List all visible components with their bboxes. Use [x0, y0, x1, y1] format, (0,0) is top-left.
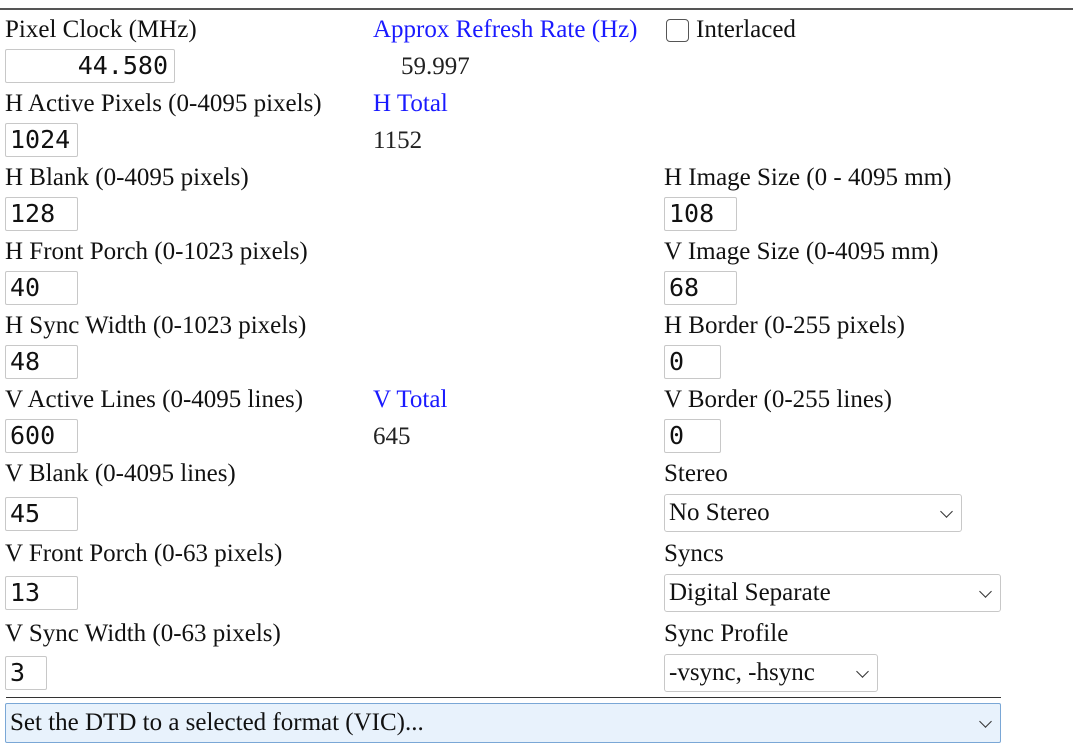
sync-profile-select-value: -vsync, -hsync [669, 659, 815, 686]
v-front-porch-label: V Front Porch (0-63 pixels) [5, 540, 283, 567]
h-image-size-label: H Image Size (0 - 4095 mm) [664, 164, 952, 191]
h-active-input[interactable]: 1024 [5, 123, 78, 157]
sync-profile-label: Sync Profile [664, 620, 789, 647]
h-blank-label: H Blank (0-4095 pixels) [5, 164, 249, 191]
h-front-porch-label: H Front Porch (0-1023 pixels) [5, 238, 308, 265]
refresh-rate-label[interactable]: Approx Refresh Rate (Hz) [373, 16, 638, 44]
v-blank-label: V Blank (0-4095 lines) [5, 460, 236, 487]
stereo-select-value: No Stereo [669, 499, 770, 526]
pixel-clock-label: Pixel Clock (MHz) [5, 16, 197, 43]
v-image-size-label: V Image Size (0-4095 mm) [664, 238, 939, 265]
interlaced-label: Interlaced [696, 16, 796, 43]
h-sync-width-input[interactable]: 48 [5, 345, 78, 379]
section-divider-top [0, 8, 1073, 10]
syncs-select-value: Digital Separate [669, 579, 831, 606]
v-image-size-input[interactable]: 68 [664, 271, 737, 305]
v-active-label: V Active Lines (0-4095 lines) [5, 386, 304, 413]
vic-format-select-value: Set the DTD to a selected format (VIC)..… [10, 709, 424, 736]
v-border-label: V Border (0-255 lines) [664, 386, 892, 413]
interlaced-checkbox[interactable] [666, 19, 689, 42]
h-total-label[interactable]: H Total [373, 90, 448, 118]
sync-profile-select[interactable]: -vsync, -hsync [664, 654, 878, 692]
h-sync-width-label: H Sync Width (0-1023 pixels) [5, 312, 307, 339]
h-blank-input[interactable]: 128 [5, 197, 78, 231]
v-sync-width-input[interactable]: 3 [5, 656, 47, 690]
v-total-value: 645 [373, 423, 411, 450]
v-total-label[interactable]: V Total [373, 386, 447, 414]
v-border-input[interactable]: 0 [664, 419, 721, 453]
chevron-down-icon [940, 505, 953, 518]
h-total-value: 1152 [373, 127, 423, 154]
syncs-select[interactable]: Digital Separate [664, 574, 1001, 612]
v-blank-input[interactable]: 45 [5, 497, 78, 531]
h-border-label: H Border (0-255 pixels) [664, 312, 905, 339]
stereo-select[interactable]: No Stereo [664, 494, 962, 532]
chevron-down-icon [979, 585, 992, 598]
h-border-input[interactable]: 0 [664, 345, 721, 379]
v-front-porch-input[interactable]: 13 [5, 576, 78, 610]
v-sync-width-label: V Sync Width (0-63 pixels) [5, 620, 281, 647]
stereo-label: Stereo [664, 460, 728, 487]
section-divider-bottom [6, 697, 1001, 698]
refresh-rate-value: 59.997 [401, 53, 470, 80]
syncs-label: Syncs [664, 540, 724, 567]
h-active-label: H Active Pixels (0-4095 pixels) [5, 90, 322, 117]
pixel-clock-input[interactable]: 44.580 [5, 49, 175, 83]
chevron-down-icon [979, 715, 992, 728]
h-image-size-input[interactable]: 108 [664, 197, 737, 231]
h-front-porch-input[interactable]: 40 [5, 271, 78, 305]
vic-format-select[interactable]: Set the DTD to a selected format (VIC)..… [5, 703, 1001, 743]
chevron-down-icon [856, 665, 869, 678]
v-active-input[interactable]: 600 [5, 419, 78, 453]
